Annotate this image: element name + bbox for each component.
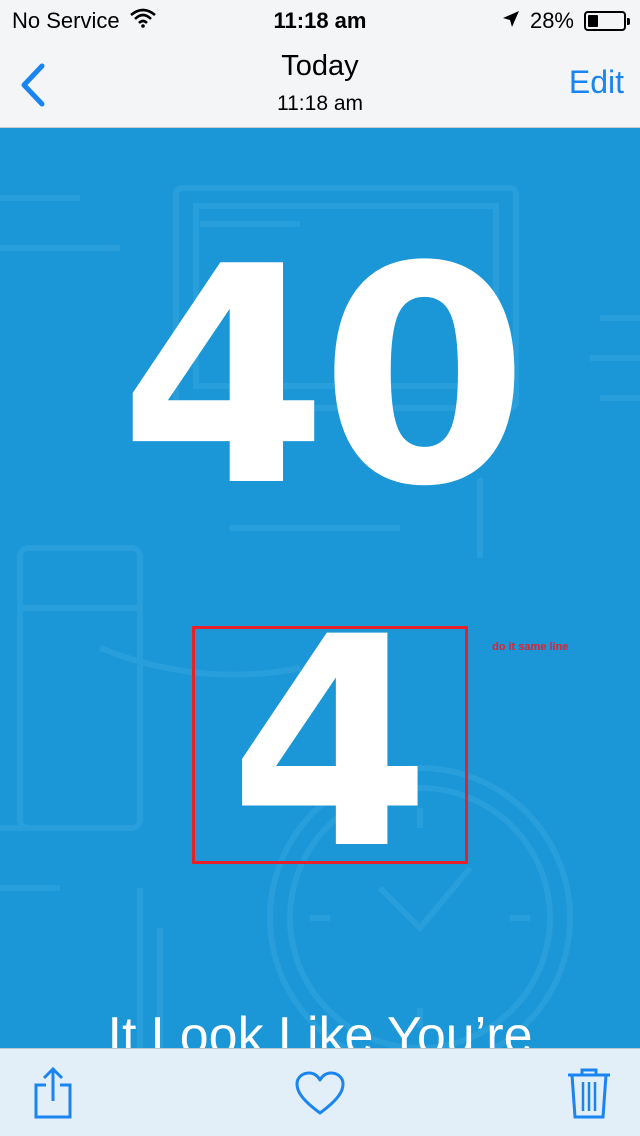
- status-right: 28%: [502, 8, 630, 34]
- heart-icon: [295, 1071, 345, 1115]
- share-button[interactable]: [28, 1066, 78, 1119]
- share-icon: [34, 1066, 72, 1119]
- nav-bar: Today 11:18 am Edit: [0, 40, 640, 128]
- photo-content[interactable]: 40 4 do it same line It Look Like You’re: [0, 128, 640, 1048]
- battery-icon: [584, 11, 630, 31]
- photo-viewer-screen: No Service 11:18 am 28% Today 11:18 am E…: [0, 0, 640, 1136]
- bottom-toolbar: [0, 1048, 640, 1136]
- battery-fill: [588, 15, 598, 27]
- favorite-button[interactable]: [295, 1071, 345, 1123]
- annotation-highlight-box: [192, 626, 468, 864]
- error-code-digits: 40: [119, 203, 528, 552]
- delete-button[interactable]: [566, 1067, 616, 1119]
- nav-title: Today: [281, 50, 359, 82]
- battery-percent: 28%: [529, 8, 574, 33]
- nav-subtitle: 11:18 am: [277, 92, 363, 115]
- location-arrow-icon: [502, 8, 520, 34]
- error-headline: It Look Like You’re: [107, 1007, 533, 1048]
- trash-icon: [568, 1068, 610, 1119]
- annotation-note: do it same line: [492, 641, 569, 653]
- status-bar: No Service 11:18 am 28%: [0, 0, 640, 40]
- edit-button[interactable]: Edit: [569, 64, 624, 101]
